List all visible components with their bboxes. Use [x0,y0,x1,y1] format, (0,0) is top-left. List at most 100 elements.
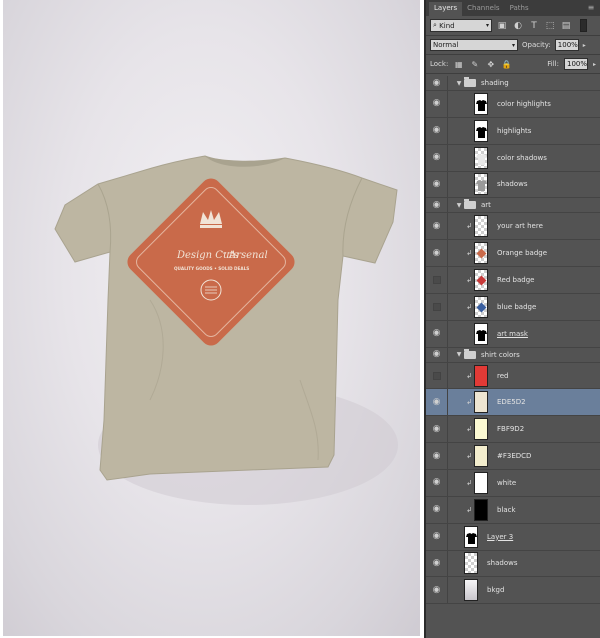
layer-row[interactable]: ↲ red [426,362,600,390]
tab-channels[interactable]: Channels [462,2,504,16]
group-disclosure-icon[interactable]: ▼ [454,351,464,358]
visibility-toggle[interactable]: ◉ [426,198,448,213]
visibility-toggle[interactable] [426,293,448,320]
visibility-toggle[interactable]: ◉ [426,213,448,240]
layer-thumbnail [474,268,488,291]
filter-kind-select[interactable]: ⌕ Kind ▾ [430,19,492,32]
layer-row[interactable]: ◉ color highlights [426,91,600,118]
panel-menu-icon[interactable]: ≡ [582,2,600,16]
visibility-toggle[interactable]: ◉ [426,347,448,362]
layer-row[interactable]: ◉ ↲ FBF9D2 [426,416,600,444]
filter-adjustment-icon[interactable]: ◐ [512,20,524,32]
layer-thumbnail [474,391,488,414]
visibility-toggle[interactable] [426,362,448,389]
eye-icon: ◉ [432,152,441,163]
lock-transparency-icon[interactable]: ▦ [453,59,464,70]
layer-row[interactable]: ◉ art mask [426,320,600,348]
layer-row[interactable]: ↲ blue badge [426,293,600,321]
fill-dropdown-icon[interactable]: ▸ [593,61,596,68]
layer-name: shadows [497,180,528,189]
visibility-toggle[interactable]: ◉ [426,389,448,416]
visibility-toggle[interactable]: ◉ [426,577,448,604]
layer-row[interactable]: ◉ highlights [426,117,600,145]
layer-row[interactable]: ◉ shadows [426,550,600,578]
layer-name: Red badge [497,275,535,284]
layer-thumbnail [474,215,488,238]
layer-row[interactable]: ◉ ↲ black [426,496,600,524]
layer-group-row[interactable]: ◉ ▼ art [426,198,600,214]
layer-row[interactable]: ◉ ↲ EDE5D2 [426,389,600,417]
tab-paths[interactable]: Paths [505,2,534,16]
clipping-mask-icon: ↲ [466,425,472,434]
lock-options-bar: Lock: ▦ ✎ ✥ 🔒 Fill: 100% ▸ [426,55,600,74]
layer-group-row[interactable]: ◉ ▼ shading [426,76,600,91]
layer-thumbnail [474,498,488,521]
lock-paint-icon[interactable]: ✎ [469,59,480,70]
opacity-dropdown-icon[interactable]: ▸ [583,42,586,49]
layer-thumbnail [474,471,488,494]
visibility-toggle[interactable]: ◉ [426,91,448,117]
visibility-toggle[interactable]: ◉ [426,240,448,267]
visibility-toggle[interactable]: ◉ [426,171,448,198]
fill-field[interactable]: 100% [563,58,588,70]
visibility-toggle[interactable]: ◉ [426,523,448,550]
layer-row[interactable]: ↲ Red badge [426,267,600,294]
layer-name: highlights [497,126,532,135]
badge-title-2: Arsenal [228,250,268,261]
opacity-field[interactable]: 100% [554,39,579,51]
layer-row[interactable]: ◉ bkgd [426,577,600,605]
layer-group-row[interactable]: ◉ ▼ shirt colors [426,347,600,363]
layer-name: Orange badge [497,249,548,258]
visibility-toggle[interactable]: ◉ [426,76,448,90]
layer-thumbnail [464,525,478,548]
document-canvas[interactable]: Design Cuts AT THE Arsenal QUALITY GOODS… [0,0,422,638]
blend-mode-select[interactable]: Normal ▾ [430,39,518,51]
visibility-toggle[interactable]: ◉ [426,320,448,347]
filter-type-icon[interactable]: T [528,20,540,32]
layer-thumbnail [474,445,488,468]
filter-shape-icon[interactable]: ⬚ [544,20,556,32]
filter-pixel-icon[interactable]: ▣ [496,20,508,32]
layer-row[interactable]: ◉ ↲ white [426,469,600,497]
clipping-mask-icon: ↲ [466,371,472,380]
layer-thumbnail [474,364,488,387]
eye-icon: ◉ [432,396,441,407]
layer-row[interactable]: ◉ Layer 3 [426,523,600,551]
lock-position-icon[interactable]: ✥ [485,59,496,70]
visibility-toggle[interactable]: ◉ [426,117,448,144]
visibility-toggle[interactable]: ◉ [426,496,448,523]
lock-all-icon[interactable]: 🔒 [501,59,512,70]
layer-thumbnail [474,146,488,169]
visibility-toggle[interactable]: ◉ [426,469,448,496]
layer-thumbnail [474,242,488,265]
layer-row[interactable]: ◉ ↲ your art here [426,213,600,241]
layers-panel: Layers Channels Paths ≡ ⌕ Kind ▾ ▣ ◐ T ⬚… [424,0,600,638]
visibility-toggle[interactable]: ◉ [426,550,448,577]
chevron-down-icon: ▾ [511,41,515,49]
layer-row[interactable]: ◉ ↲ #F3EDCD [426,443,600,470]
folder-icon [464,199,476,210]
eye-icon: ◉ [432,584,441,595]
filter-smart-object-icon[interactable]: ▤ [560,20,572,32]
visibility-toggle[interactable]: ◉ [426,443,448,469]
eye-icon: ◉ [432,349,441,360]
layer-thumbnail [474,92,488,115]
visibility-toggle[interactable]: ◉ [426,416,448,443]
eye-icon: ◉ [432,477,441,488]
tab-layers[interactable]: Layers [429,2,463,16]
filter-toggle-switch[interactable] [580,19,587,32]
chevron-down-icon: ▾ [485,22,489,29]
eye-icon: ◉ [432,125,441,136]
lock-label: Lock: [430,60,449,68]
visibility-toggle[interactable] [426,267,448,293]
blend-mode-value: Normal [433,41,459,49]
opacity-label: Opacity: [522,41,551,49]
layer-row[interactable]: ◉ color shadows [426,144,600,172]
group-disclosure-icon[interactable]: ▼ [454,80,464,87]
visibility-toggle[interactable]: ◉ [426,144,448,171]
group-disclosure-icon[interactable]: ▼ [454,202,464,209]
layer-row[interactable]: ◉ shadows [426,171,600,199]
clipping-mask-icon: ↲ [466,478,472,487]
layer-row[interactable]: ◉ ↲ Orange badge [426,240,600,268]
layer-name: black [497,505,516,514]
